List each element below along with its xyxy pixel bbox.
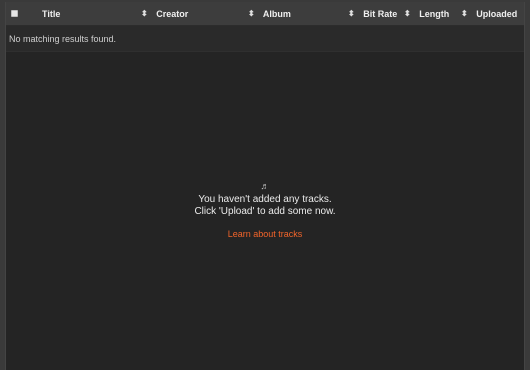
learn-about-tracks-link[interactable]: Learn about tracks <box>228 228 303 240</box>
column-label-creator: Creator <box>156 9 189 19</box>
sort-icon: ⬍ <box>348 9 355 18</box>
column-header-creator[interactable]: ⬍ Creator <box>141 2 188 26</box>
empty-state-line-2: Click 'Upload' to add some now. <box>194 206 336 217</box>
column-label-uploaded: Uploaded <box>476 9 518 19</box>
sort-icon: ⬍ <box>404 9 411 18</box>
column-label-album: Album <box>262 9 291 19</box>
column-header-length[interactable]: ⬍ Length <box>404 2 449 26</box>
music-note-icon: ♬ <box>260 181 270 191</box>
window: Title ⬍ Creator ⬍ Album ⬍ Bit Rate ⬍ Len… <box>0 0 530 370</box>
column-label-bit-rate: Bit Rate <box>363 9 398 19</box>
no-results-row: No matching results found. <box>6 26 524 52</box>
sort-icon: ⬍ <box>248 9 255 18</box>
select-all-checkbox[interactable] <box>11 10 18 17</box>
sort-icon: ⬍ <box>461 9 468 18</box>
empty-state-line-1: You haven't added any tracks. <box>198 194 332 205</box>
column-label-title: Title <box>42 9 61 19</box>
column-header-title[interactable]: Title <box>42 2 60 26</box>
tracks-panel: Title ⬍ Creator ⬍ Album ⬍ Bit Rate ⬍ Len… <box>5 2 525 370</box>
empty-state: ♬ You haven't added any tracks. Click 'U… <box>6 180 524 241</box>
column-label-length: Length <box>419 9 450 19</box>
column-header-bit-rate[interactable]: ⬍ Bit Rate <box>348 2 397 26</box>
table-header: Title ⬍ Creator ⬍ Album ⬍ Bit Rate ⬍ Len… <box>6 2 524 26</box>
column-header-album[interactable]: ⬍ Album <box>248 2 291 26</box>
column-header-uploaded[interactable]: ⬍ Uploaded <box>461 2 517 26</box>
sort-icon: ⬍ <box>141 9 148 18</box>
